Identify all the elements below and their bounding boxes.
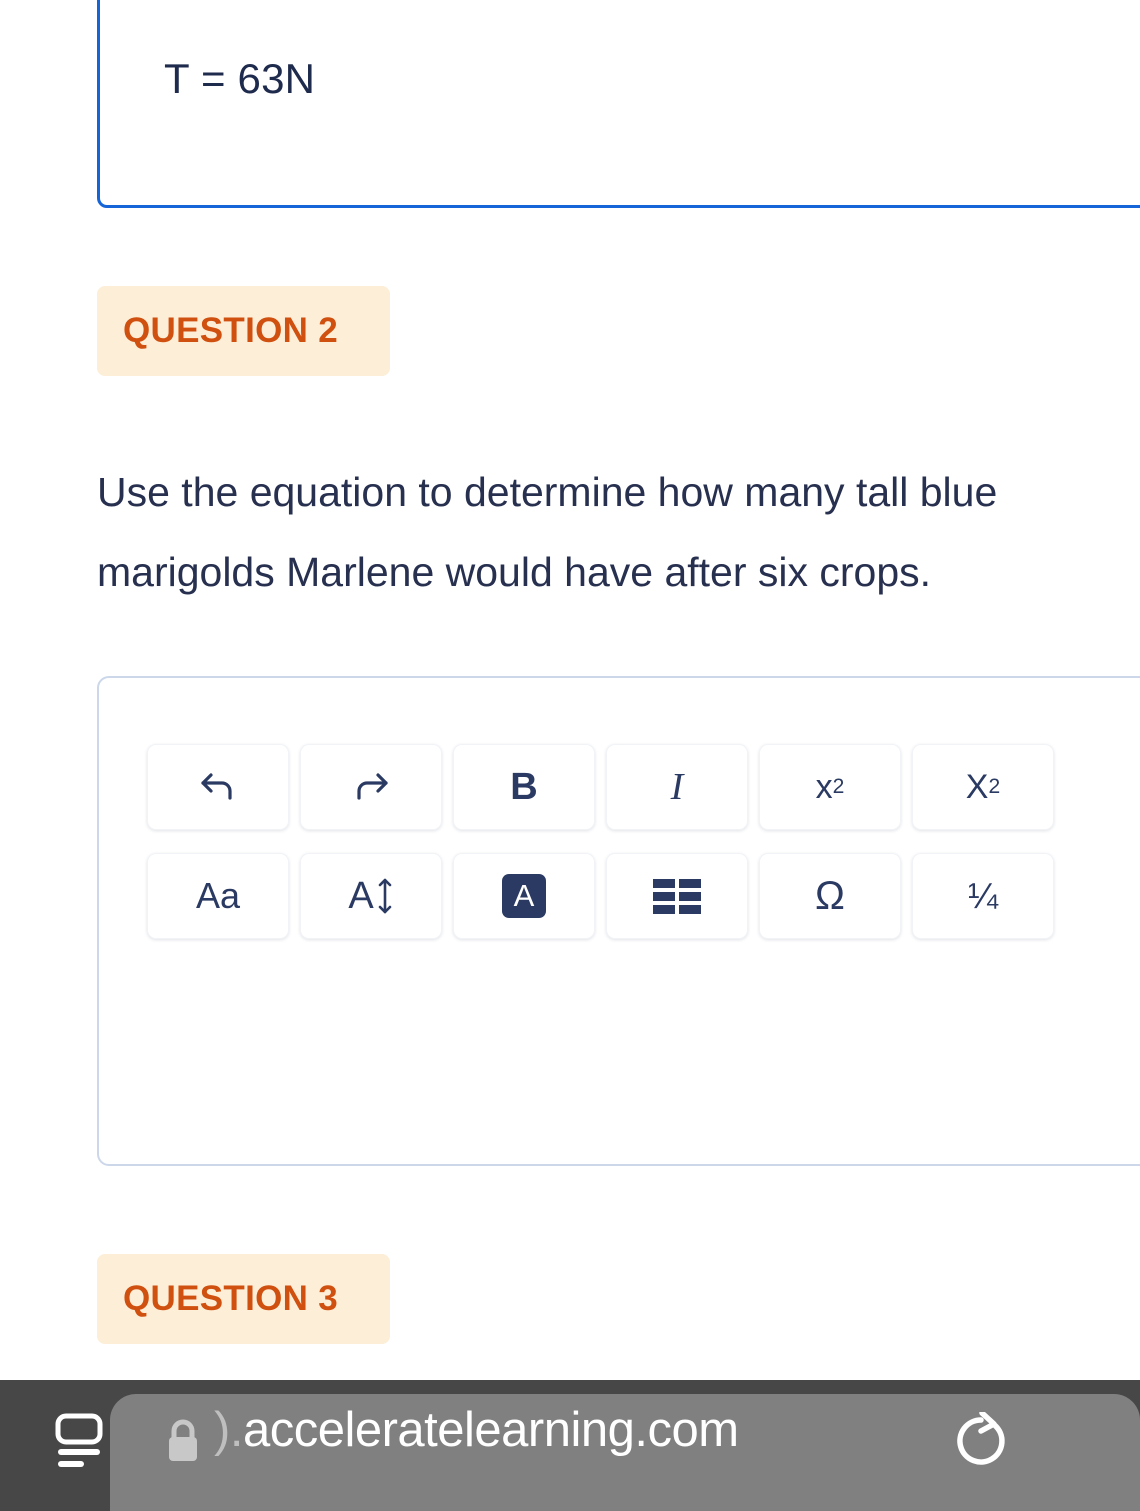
question-3-badge: QUESTION 3 xyxy=(97,1254,390,1344)
text-color-icon: A xyxy=(502,874,546,918)
lock-icon xyxy=(163,1416,203,1466)
question-2-prompt-line-2: marigolds Marlene would have after six c… xyxy=(97,549,932,595)
answer-input-question-1[interactable]: T = 63N xyxy=(97,0,1140,208)
font-size-letter: A xyxy=(348,874,374,917)
superscript-button[interactable]: x2 xyxy=(759,744,901,830)
insert-table-button[interactable] xyxy=(606,853,748,939)
font-size-icon: A xyxy=(348,875,393,918)
special-characters-button[interactable]: Ω xyxy=(759,853,901,939)
web-page-viewport: T = 63N QUESTION 2 Use the equation to d… xyxy=(0,0,1140,1380)
answer-editor-question-2[interactable]: B I x2 X2 Aa A A Ω ¼ xyxy=(97,676,1140,1166)
url-text[interactable]: ).acceleratelearning.com xyxy=(214,1402,739,1458)
italic-button[interactable]: I xyxy=(606,744,748,830)
redo-button[interactable] xyxy=(300,744,442,830)
bold-label: B xyxy=(510,765,538,808)
url-domain: acceleratelearning.com xyxy=(242,1403,739,1457)
font-size-button[interactable]: A xyxy=(300,853,442,939)
question-2-prompt: Use the equation to determine how many t… xyxy=(97,452,1140,612)
question-3-badge-label: QUESTION 3 xyxy=(123,1279,338,1318)
reader-mode-icon[interactable] xyxy=(48,1410,110,1472)
table-icon xyxy=(653,878,701,914)
omega-icon: Ω xyxy=(815,873,845,918)
undo-button[interactable] xyxy=(147,744,289,830)
italic-label: I xyxy=(670,766,684,808)
subscript-button[interactable]: X2 xyxy=(912,744,1054,830)
url-truncated-prefix: ). xyxy=(214,1403,243,1457)
answer-input-question-1-value: T = 63N xyxy=(164,55,316,102)
fraction-icon: ¼ xyxy=(967,875,999,916)
bold-button[interactable]: B xyxy=(453,744,595,830)
subscript-index: 2 xyxy=(988,775,1001,798)
font-family-button[interactable]: Aa xyxy=(147,853,289,939)
question-2-badge-label: QUESTION 2 xyxy=(123,311,338,350)
reload-icon[interactable] xyxy=(952,1410,1010,1470)
editor-toolbar: B I x2 X2 Aa A A Ω ¼ xyxy=(147,744,1065,939)
text-color-letter: A xyxy=(513,878,535,913)
superscript-exponent: 2 xyxy=(832,775,845,798)
superscript-base: x xyxy=(815,767,833,806)
redo-icon xyxy=(351,770,391,804)
font-family-label: Aa xyxy=(195,875,241,916)
text-color-button[interactable]: A xyxy=(453,853,595,939)
subscript-base: X xyxy=(965,767,989,806)
fraction-button[interactable]: ¼ xyxy=(912,853,1054,939)
question-2-prompt-line-1: Use the equation to determine how many t… xyxy=(97,469,998,515)
browser-bottom-bar: ).acceleratelearning.com xyxy=(0,1380,1140,1511)
undo-icon xyxy=(198,770,238,804)
question-2-badge: QUESTION 2 xyxy=(97,286,390,376)
